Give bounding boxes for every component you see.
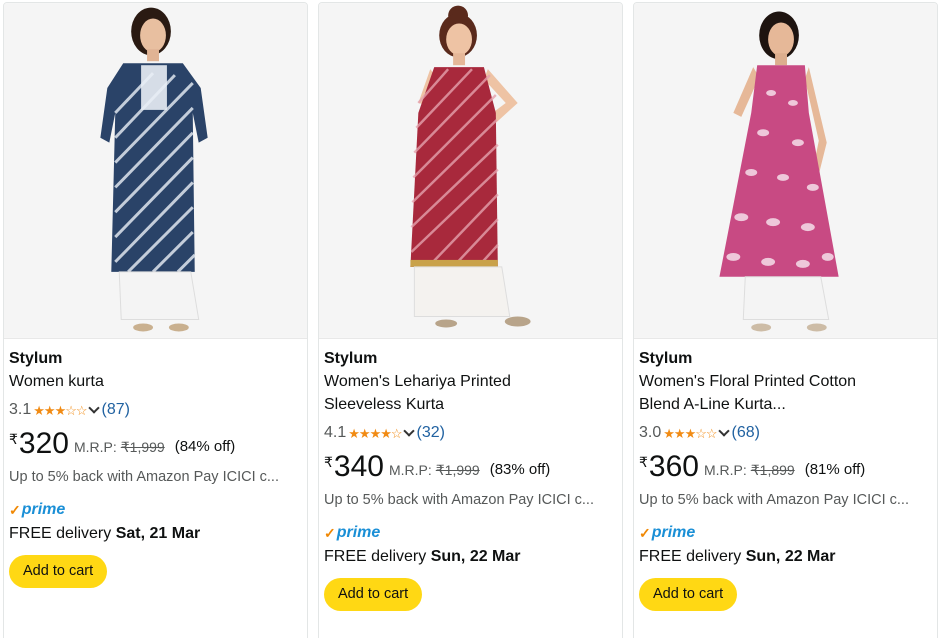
price-row: ₹ 340 M.R.P: ₹1,999 (83% off) (324, 450, 616, 488)
star-empty-icon: ☆ (695, 425, 707, 441)
delivery-label: FREE delivery (9, 525, 116, 542)
review-count-link[interactable]: (68) (732, 424, 760, 442)
star-rating-icon[interactable]: ★ ★ ★ ★ ☆ (348, 425, 403, 441)
rating-value: 3.1 (9, 401, 32, 418)
discount-text: (83% off) (489, 461, 551, 478)
price: 340 (333, 450, 384, 483)
product-title-line2[interactable]: Sleeveless Kurta (324, 393, 616, 416)
star-full-icon: ★ (43, 402, 56, 418)
cashback-text: Up to 5% back with Amazon Pay ICICI c... (639, 492, 909, 508)
delivery-label: FREE delivery (324, 548, 431, 565)
delivery-info: FREE delivery Sun, 22 Mar (324, 546, 616, 568)
product-card[interactable]: Stylum Women's Floral Printed Cotton Ble… (633, 2, 938, 638)
rating-row[interactable]: 3.1 ★ ★ ★ ☆ ☆ (87) (9, 399, 301, 421)
star-full-icon: ★ (33, 402, 45, 418)
star-full-icon: ★ (663, 425, 675, 441)
star-empty-icon: ☆ (390, 425, 403, 441)
review-count-link[interactable]: (87) (102, 401, 130, 419)
star-empty-icon: ☆ (65, 402, 77, 418)
rating-value: 3.0 (639, 424, 662, 441)
product-title[interactable]: Women kurta (9, 370, 301, 393)
product-photo-pink-kurta (634, 3, 937, 338)
product-image[interactable] (319, 3, 622, 339)
discount-text: (84% off) (174, 438, 236, 455)
product-brand: Stylum (639, 350, 693, 367)
currency-symbol: ₹ (9, 431, 18, 447)
mrp-label: M.R.P: (703, 462, 747, 478)
prime-badge: ✓ prime (9, 501, 301, 519)
star-full-icon: ★ (380, 425, 392, 441)
product-title[interactable]: Women's Lehariya Printed (324, 370, 616, 393)
star-full-icon: ★ (358, 425, 371, 441)
mrp-label: M.R.P: (73, 439, 117, 455)
prime-label: prime (21, 501, 66, 518)
star-full-icon: ★ (684, 425, 697, 441)
prime-check-icon: ✓ (324, 525, 336, 541)
product-card[interactable]: Stylum Women's Lehariya Printed Sleevele… (318, 2, 623, 638)
prime-label: prime (651, 524, 696, 541)
mrp-price: ₹1,999 (435, 462, 480, 478)
prime-label: prime (336, 524, 381, 541)
product-card[interactable]: Stylum Women kurta 3.1 ★ ★ ★ ☆ ☆ (87) ₹ … (3, 2, 308, 638)
cashback-text: Up to 5% back with Amazon Pay ICICI c... (9, 469, 279, 485)
price: 320 (18, 427, 69, 460)
product-brand: Stylum (324, 350, 378, 367)
add-to-cart-button[interactable]: Add to cart (324, 578, 423, 611)
product-title-line2[interactable]: Blend A-Line Kurta... (639, 393, 931, 416)
mrp-price: ₹1,899 (750, 462, 795, 478)
chevron-down-icon[interactable] (717, 425, 730, 437)
product-image[interactable] (634, 3, 937, 339)
product-photo-navy-kurta (4, 3, 307, 338)
delivery-date: Sat, 21 Mar (115, 525, 201, 542)
star-full-icon: ★ (369, 425, 382, 441)
star-full-icon: ★ (673, 425, 686, 441)
rating-row[interactable]: 4.1 ★ ★ ★ ★ ☆ (32) (324, 422, 616, 444)
delivery-info: FREE delivery Sun, 22 Mar (639, 546, 931, 568)
star-full-icon: ★ (54, 402, 67, 418)
star-full-icon: ★ (348, 425, 360, 441)
price-row: ₹ 360 M.R.P: ₹1,899 (81% off) (639, 450, 931, 488)
price: 360 (648, 450, 699, 483)
delivery-date: Sun, 22 Mar (745, 548, 836, 565)
prime-badge: ✓ prime (324, 524, 616, 542)
product-title[interactable]: Women's Floral Printed Cotton (639, 370, 931, 393)
product-photo-red-kurta (319, 3, 622, 338)
prime-badge: ✓ prime (639, 524, 931, 542)
prime-check-icon: ✓ (639, 525, 651, 541)
star-rating-icon[interactable]: ★ ★ ★ ☆ ☆ (33, 402, 88, 418)
cashback-text: Up to 5% back with Amazon Pay ICICI c... (324, 492, 594, 508)
chevron-down-icon[interactable] (87, 402, 100, 414)
star-empty-icon: ☆ (705, 425, 718, 441)
mrp-label: M.R.P: (388, 462, 432, 478)
rating-row[interactable]: 3.0 ★ ★ ★ ☆ ☆ (68) (639, 422, 931, 444)
chevron-down-icon[interactable] (402, 425, 415, 437)
add-to-cart-button[interactable]: Add to cart (9, 555, 108, 588)
mrp-price: ₹1,999 (120, 439, 165, 455)
delivery-info: FREE delivery Sat, 21 Mar (9, 523, 301, 545)
discount-text: (81% off) (804, 461, 866, 478)
prime-check-icon: ✓ (9, 502, 21, 518)
product-brand: Stylum (9, 350, 63, 367)
star-rating-icon[interactable]: ★ ★ ★ ☆ ☆ (663, 425, 718, 441)
rating-value: 4.1 (324, 424, 347, 441)
currency-symbol: ₹ (324, 454, 333, 470)
star-empty-icon: ☆ (75, 402, 88, 418)
currency-symbol: ₹ (639, 454, 648, 470)
review-count-link[interactable]: (32) (417, 424, 445, 442)
add-to-cart-button[interactable]: Add to cart (639, 578, 738, 611)
price-row: ₹ 320 M.R.P: ₹1,999 (84% off) (9, 427, 301, 465)
delivery-date: Sun, 22 Mar (430, 548, 521, 565)
product-image[interactable] (4, 3, 307, 339)
delivery-label: FREE delivery (639, 548, 746, 565)
